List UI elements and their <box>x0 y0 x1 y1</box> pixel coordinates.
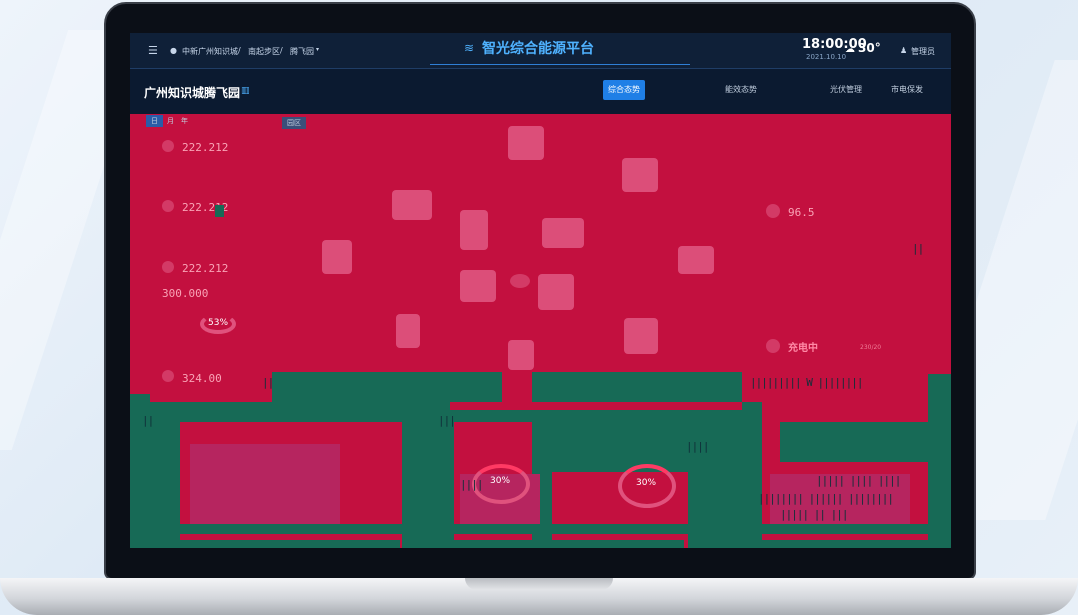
breadcrumb-separator: / <box>238 46 241 55</box>
breadcrumb-3[interactable]: 腾飞园 <box>290 46 314 57</box>
app-screen: ☰ ● 中新广州知识城 / 南起步区 / 腾飞园 ▾ ≋ 智光综合能源平台 18… <box>130 33 951 548</box>
switch-icon[interactable]: ▥ <box>241 86 250 96</box>
generator-icon <box>322 240 352 274</box>
stat-icon <box>162 261 174 273</box>
zone-select[interactable]: 园区 <box>282 117 306 129</box>
stat-value: 222.212 <box>182 262 229 275</box>
clock-time: 18:00:00 <box>802 37 867 52</box>
stat-value: 300.000 <box>162 287 209 300</box>
tab-solar[interactable]: 光伏管理 <box>825 80 867 100</box>
office-icon <box>460 270 496 302</box>
stat-value: 222.212 <box>182 141 229 154</box>
chart-area <box>190 444 340 524</box>
clock-date: 2021.10.10 <box>806 53 847 61</box>
menu-icon[interactable]: ☰ <box>148 44 158 57</box>
bar-glyphs: ||||| || ||| <box>780 508 848 521</box>
building-icon <box>508 126 544 160</box>
panel-block <box>150 422 180 540</box>
power-icon <box>766 204 780 218</box>
panel-block <box>454 540 684 548</box>
temperature: 30° <box>858 41 881 55</box>
tab-grid[interactable]: 市电保发 <box>886 80 928 100</box>
user-icon[interactable]: ♟ <box>900 46 907 55</box>
charging-detail: 230/20 <box>860 344 882 351</box>
period-year[interactable]: 年 <box>176 115 193 127</box>
stat-icon <box>162 370 174 382</box>
panel-block <box>150 540 400 548</box>
period-day[interactable]: 日 <box>146 115 163 127</box>
building-icon <box>392 190 432 220</box>
charging-status: 充电中 <box>788 343 818 354</box>
sub-toolbar: 广州知识城腾飞园 ▥ 综合态势 能效态势 光伏管理 市电保发 <box>130 69 951 113</box>
meter-icon <box>396 314 420 348</box>
ev-icon <box>678 246 714 274</box>
panel-block <box>688 472 742 548</box>
park-name: 广州知识城腾飞园 <box>144 86 241 100</box>
panel-block <box>450 410 750 422</box>
panel-block <box>272 372 502 402</box>
building-icon <box>538 274 574 310</box>
bar-glyphs: || <box>262 376 274 389</box>
tab-overview[interactable]: 综合态势 <box>603 80 645 100</box>
chevron-down-icon[interactable]: ▾ <box>316 46 319 53</box>
bar-glyphs: |||| <box>460 478 483 491</box>
location-icon: ● <box>170 46 177 55</box>
gauge-b-percent: 30% <box>636 478 657 488</box>
panel-block <box>150 402 450 422</box>
storage-icon <box>622 158 658 192</box>
stat-value: 324.00 <box>182 372 222 385</box>
right-value: 96.5 <box>788 206 815 219</box>
breadcrumb-1[interactable]: 中新广州知识城 <box>182 46 238 57</box>
server-icon <box>624 318 658 354</box>
hub-center <box>510 274 530 288</box>
panel-block <box>150 524 930 534</box>
tab-energy[interactable]: 能效态势 <box>720 80 762 100</box>
bar-glyphs: ||| <box>438 414 456 427</box>
solar-icon <box>542 218 584 248</box>
breadcrumb-separator: / <box>280 46 283 55</box>
app-title: 智光综合能源平台 <box>482 41 594 57</box>
top-header: ☰ ● 中新广州知识城 / 南起步区 / 腾飞园 ▾ ≋ 智光综合能源平台 18… <box>130 33 951 69</box>
breadcrumb-2[interactable]: 南起步区 <box>248 46 280 57</box>
dashboard-overlay: 日 月 年 园区 222.212 222.212 222.212 300.000… <box>130 114 951 548</box>
gauge-ring <box>200 314 236 334</box>
stat-icon <box>162 140 174 152</box>
logo-icon: ≋ <box>464 41 475 55</box>
bar-glyphs: |||| <box>686 440 709 453</box>
weather-icon: ☁ <box>845 44 855 55</box>
laptop-notch <box>465 578 613 590</box>
bar-glyphs: ||||| |||| |||| <box>816 474 901 487</box>
charging-icon <box>766 339 780 353</box>
bar-glyphs: || <box>142 414 154 427</box>
bar-glyphs: |||||||| |||||| |||||||| <box>758 492 894 505</box>
panel-block <box>780 422 930 462</box>
panel-block <box>762 540 928 548</box>
panel-block <box>928 374 951 548</box>
tower-icon <box>460 210 488 250</box>
level-bars: || <box>912 242 924 255</box>
gauge-a-percent: 30% <box>490 476 511 486</box>
stat-marker <box>215 205 224 217</box>
stat-icon <box>162 200 174 212</box>
user-name[interactable]: 管理员 <box>911 46 935 57</box>
panel-block <box>532 372 742 402</box>
battery-icon <box>508 340 534 370</box>
bar-glyphs: ||||||||| W |||||||| <box>750 376 863 389</box>
